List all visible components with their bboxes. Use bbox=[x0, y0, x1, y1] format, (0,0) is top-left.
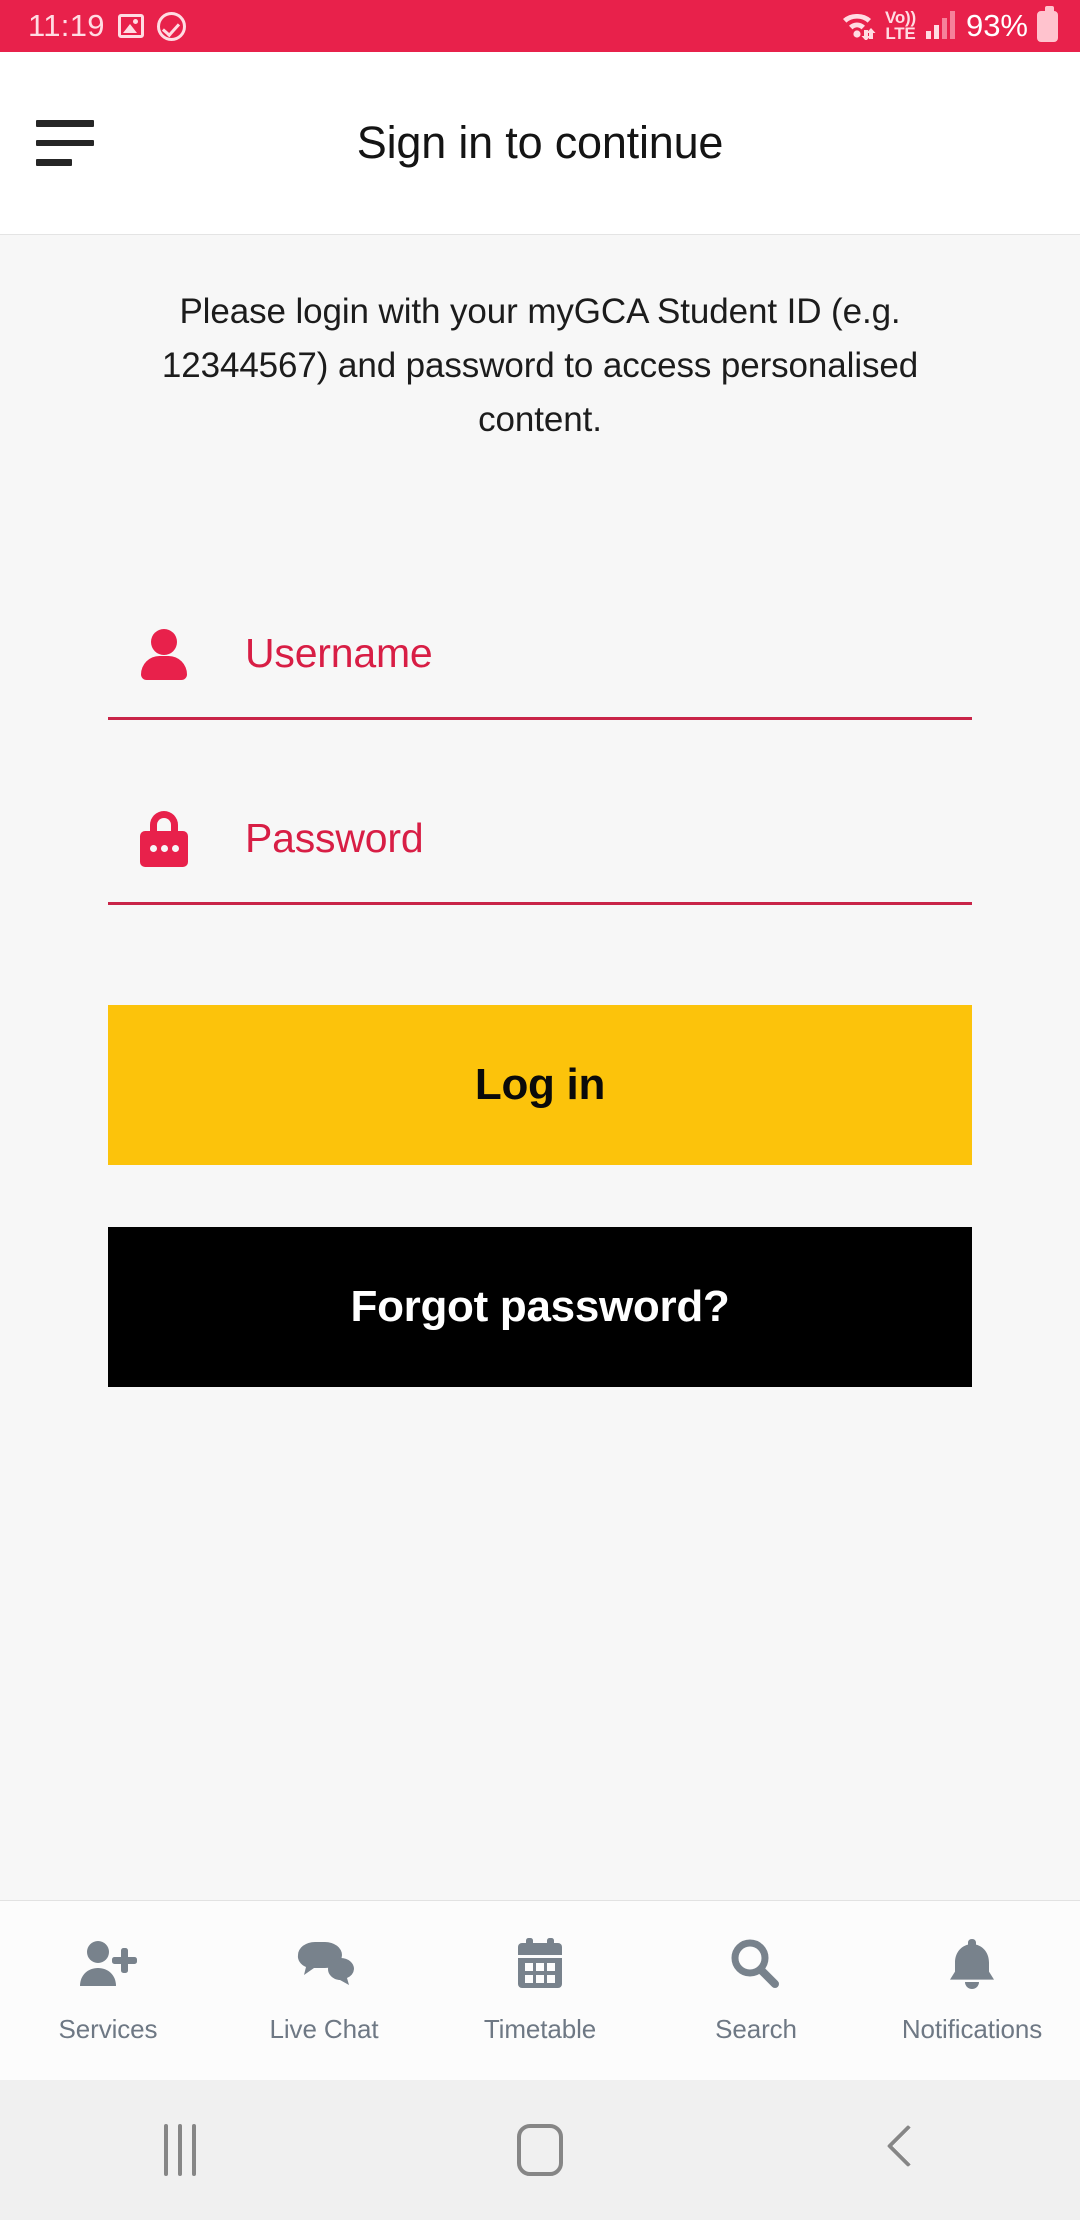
recent-line-2 bbox=[178, 2124, 182, 2176]
bell-icon bbox=[940, 1936, 1004, 1998]
check-circle-icon bbox=[156, 11, 186, 41]
nav-item-live-chat[interactable]: Live Chat bbox=[216, 1901, 432, 2080]
battery-percent-label: 93% bbox=[965, 8, 1028, 43]
lock-body bbox=[140, 830, 188, 867]
volte-bottom-label: LTE bbox=[885, 24, 916, 43]
status-bar-right: Vo)) LTE 93% bbox=[838, 5, 1058, 45]
recent-apps-button[interactable] bbox=[0, 2124, 360, 2176]
back-chevron-icon bbox=[887, 2127, 913, 2173]
phone-screen: 11:19 Vo)) LTE 93% Sign in to continue P… bbox=[0, 0, 1080, 2220]
main-content: Please login with your myGCA Student ID … bbox=[0, 235, 1080, 1900]
calendar-icon bbox=[508, 1936, 572, 1998]
hamburger-line-3 bbox=[36, 159, 72, 167]
android-navigation-bar bbox=[0, 2080, 1080, 2220]
battery-icon bbox=[1037, 5, 1058, 42]
home-icon bbox=[517, 2124, 563, 2176]
status-bar-left: 11:19 bbox=[28, 8, 186, 44]
recent-line-1 bbox=[164, 2124, 168, 2176]
back-button[interactable] bbox=[720, 2127, 1080, 2173]
nav-item-timetable[interactable]: Timetable bbox=[432, 1901, 648, 2080]
hamburger-line-1 bbox=[36, 120, 94, 127]
image-icon bbox=[117, 14, 144, 38]
nav-label-search: Search bbox=[715, 2014, 797, 2044]
hamburger-line-2 bbox=[36, 139, 94, 147]
cellular-signal-icon bbox=[925, 8, 957, 45]
bottom-navigation-bar: Services Live Chat Timetable Search Noti… bbox=[0, 1900, 1080, 2080]
password-field[interactable]: Password bbox=[108, 775, 972, 905]
volte-indicator: Vo)) LTE bbox=[885, 9, 916, 43]
nav-label-notifications: Notifications bbox=[901, 2014, 1043, 2044]
recent-line-3 bbox=[192, 2124, 196, 2176]
username-input[interactable]: Username bbox=[245, 630, 433, 677]
login-button[interactable]: Log in bbox=[108, 1005, 972, 1165]
password-input[interactable]: Password bbox=[245, 815, 424, 862]
lock-icon bbox=[138, 810, 190, 867]
username-field[interactable]: Username bbox=[108, 590, 972, 720]
person-icon bbox=[138, 628, 190, 680]
hamburger-menu-icon[interactable] bbox=[36, 120, 100, 167]
nav-label-services: Services bbox=[58, 2014, 158, 2044]
person-add-icon bbox=[76, 1936, 140, 1998]
home-button[interactable] bbox=[360, 2124, 720, 2176]
nav-item-search[interactable]: Search bbox=[648, 1901, 864, 2080]
lock-dot-1 bbox=[149, 845, 157, 852]
login-form: Username Password bbox=[108, 590, 972, 905]
status-bar: 11:19 Vo)) LTE 93% bbox=[0, 0, 1080, 52]
lock-dot-2 bbox=[160, 845, 168, 852]
forgot-password-button[interactable]: Forgot password? bbox=[108, 1227, 972, 1387]
nav-label-live-chat: Live Chat bbox=[269, 2014, 379, 2044]
lock-dot-3 bbox=[171, 845, 179, 852]
wifi-icon bbox=[838, 8, 876, 45]
nav-item-services[interactable]: Services bbox=[0, 1901, 216, 2080]
login-instructions: Please login with your myGCA Student ID … bbox=[161, 292, 919, 439]
page-title: Sign in to continue bbox=[356, 117, 724, 168]
chat-bubbles-icon bbox=[292, 1936, 356, 1998]
status-bar-clock: 11:19 bbox=[28, 8, 105, 43]
search-icon bbox=[724, 1936, 788, 1998]
app-bar: Sign in to continue bbox=[0, 52, 1080, 235]
recent-apps-icon bbox=[164, 2124, 196, 2176]
nav-label-timetable: Timetable bbox=[483, 2014, 597, 2044]
nav-item-notifications[interactable]: Notifications bbox=[864, 1901, 1080, 2080]
